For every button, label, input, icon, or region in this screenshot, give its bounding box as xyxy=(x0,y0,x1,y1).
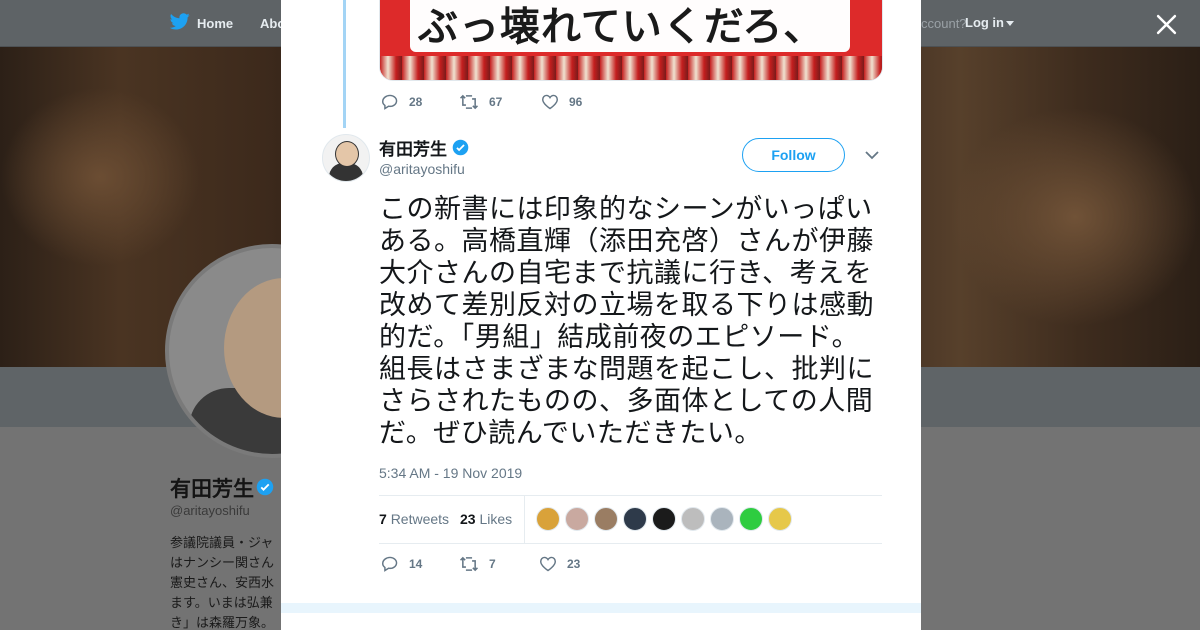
retweet-action[interactable]: 67 xyxy=(459,94,502,110)
tweet-timestamp[interactable]: 5:34 AM - 19 Nov 2019 xyxy=(379,465,522,481)
reply-count: 14 xyxy=(409,557,423,571)
stats-divider xyxy=(524,496,525,543)
liker-avatar[interactable] xyxy=(565,507,589,531)
liker-avatar[interactable] xyxy=(594,507,618,531)
like-action[interactable]: 23 xyxy=(539,556,580,572)
liker-avatar[interactable] xyxy=(739,507,763,531)
login-label: Log in xyxy=(965,15,1004,30)
reply-action[interactable]: 14 xyxy=(381,556,422,572)
retweets-stat-count: 7 xyxy=(379,511,387,527)
liker-avatar[interactable] xyxy=(536,507,560,531)
retweet-icon xyxy=(459,556,479,572)
tweet-author-handle[interactable]: @aritayoshifu xyxy=(379,161,465,177)
nav-account-text: ccount? xyxy=(921,16,967,31)
heart-icon xyxy=(541,94,559,110)
liker-avatar[interactable] xyxy=(652,507,676,531)
verified-badge-icon xyxy=(452,139,469,156)
reply-count: 28 xyxy=(409,95,423,109)
follow-button[interactable]: Follow xyxy=(742,138,845,172)
modal-footer-strip xyxy=(281,603,921,613)
reply-icon xyxy=(381,556,398,572)
heart-icon xyxy=(539,556,557,572)
caret-down-icon xyxy=(1006,21,1014,27)
tweet-author-avatar[interactable] xyxy=(322,134,370,182)
reply-icon xyxy=(381,94,398,110)
modal-below xyxy=(281,613,921,630)
liker-avatar[interactable] xyxy=(768,507,792,531)
retweet-count: 7 xyxy=(489,557,496,571)
retweet-action[interactable]: 7 xyxy=(459,556,496,572)
retweets-stat[interactable]: 7 Retweets xyxy=(379,511,449,527)
liker-avatar[interactable] xyxy=(710,507,734,531)
retweet-icon xyxy=(459,94,479,110)
profile-name: 有田芳生 xyxy=(170,478,254,501)
liker-avatar[interactable] xyxy=(681,507,705,531)
tweet-stats: 7 Retweets 23 Likes xyxy=(379,495,882,544)
like-count: 23 xyxy=(567,557,581,571)
nav-home-link[interactable]: Home xyxy=(197,16,233,31)
liker-avatar[interactable] xyxy=(623,507,647,531)
author-name-text: 有田芳生 xyxy=(379,140,447,159)
close-icon[interactable] xyxy=(1156,14,1177,35)
likes-stat[interactable]: 23 Likes xyxy=(460,511,512,527)
reply-action[interactable]: 28 xyxy=(381,94,422,110)
tweet-modal: ぶっ壊れていくだろ、 28 67 96 有田芳生 @aritayoshifu F… xyxy=(281,0,921,630)
tweet-media-image[interactable]: ぶっ壊れていくだろ、 xyxy=(379,0,883,81)
verified-badge-icon xyxy=(256,478,274,496)
twitter-bird-icon[interactable] xyxy=(170,13,190,30)
likes-stat-label: Likes xyxy=(479,511,513,527)
retweets-stat-label: Retweets xyxy=(390,511,450,527)
tweet-text: この新書には印象的なシーンがいっぱいある。高橋直輝（添田充啓）さんが伊藤大介さん… xyxy=(379,194,874,449)
likes-stat-count: 23 xyxy=(460,511,476,527)
chevron-down-icon[interactable] xyxy=(865,150,879,160)
tweet-author-name[interactable]: 有田芳生 xyxy=(379,135,469,160)
thread-connector xyxy=(343,0,346,128)
media-image-text: ぶっ壊れていくだろ、 xyxy=(418,4,825,50)
like-action[interactable]: 96 xyxy=(541,94,582,110)
like-count: 96 xyxy=(569,95,583,109)
login-menu[interactable]: Log in xyxy=(965,15,1014,30)
retweet-count: 67 xyxy=(489,95,503,109)
profile-bio: 参議院議員・ジャ はナンシー関さん 憲史さん、安西水 ます。いまは弘兼 き」は森… xyxy=(170,535,275,630)
liker-avatars xyxy=(536,507,797,531)
profile-handle[interactable]: @aritayoshifu xyxy=(170,503,250,518)
